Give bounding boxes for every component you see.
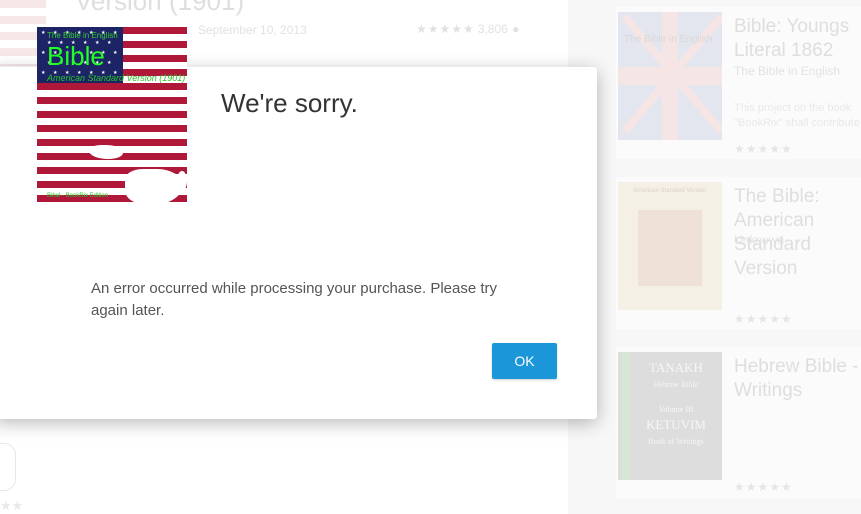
cover-subtitle: American Standard Version (1901) <box>47 73 186 83</box>
dialog-message: An error occurred while processing your … <box>91 280 498 319</box>
ok-button[interactable]: OK <box>492 343 557 379</box>
book-cover-image: ★ ★ ★ ★ ★ ★ ★ ★ ★ ★ ★ ★ ★ ★ ★ ★ ★ ★ ★ ★ ★ ★ ★ ★ ★ ★ ★ ★ ★ ★ ★ ★ ★ Th… <box>37 27 187 209</box>
usa-map-shape <box>125 169 183 205</box>
map-shape <box>177 171 187 191</box>
map-shape <box>89 145 123 159</box>
cover-series: The Bible in English <box>47 31 118 40</box>
cover-footer: Bibel - BookRix Edition <box>47 193 109 199</box>
cover-title: Bible <box>47 41 105 71</box>
dialog-title: We're sorry. <box>221 88 358 118</box>
